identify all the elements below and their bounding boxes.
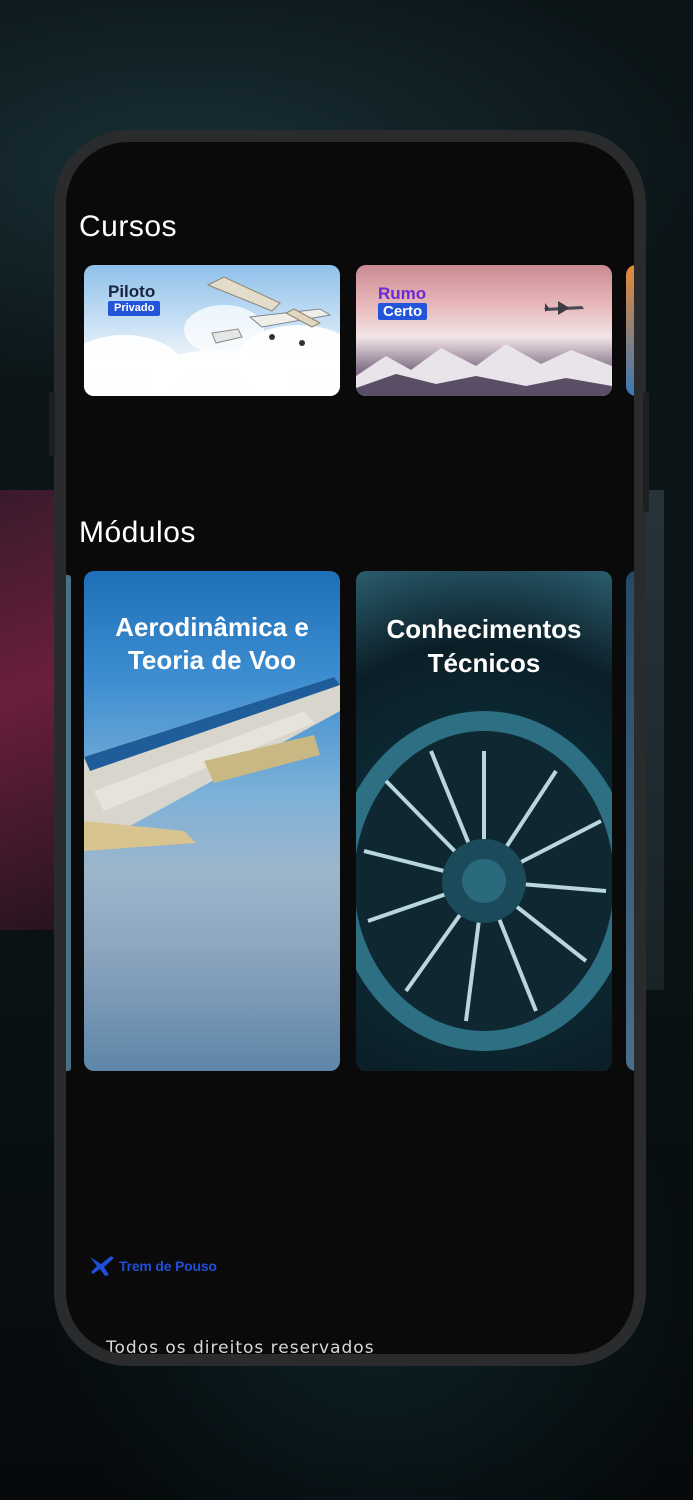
course-logo-title: Piloto bbox=[108, 282, 156, 301]
courses-section-title: Cursos bbox=[79, 210, 178, 243]
module-title-line2: Técnicos bbox=[427, 648, 541, 678]
airplane-icon bbox=[206, 276, 332, 346]
course-logo-title: Rumo bbox=[378, 284, 427, 303]
footer-brand-name: Trem de Pouso bbox=[119, 1258, 217, 1274]
brand-logo-icon bbox=[90, 1256, 114, 1276]
module-card-partial-left[interactable] bbox=[66, 575, 71, 1071]
app-screen: Cursos Piloto Privado Rumo Certo Módulos… bbox=[66, 142, 634, 1354]
module-card-partial[interactable] bbox=[626, 571, 634, 1071]
phone-frame: Cursos Piloto Privado Rumo Certo Módulos… bbox=[49, 130, 649, 1366]
course-card-piloto-privado[interactable]: Piloto Privado bbox=[84, 265, 340, 396]
course-logo-subtitle: Privado bbox=[108, 301, 161, 316]
module-title-line2: Teoria de Voo bbox=[127, 645, 297, 675]
module-card-aerodinamica[interactable]: Aerodinâmica e Teoria de Voo bbox=[84, 571, 340, 1071]
jet-engine-image bbox=[356, 711, 612, 1051]
footer-brand-logo[interactable]: Trem de Pouso bbox=[89, 1255, 217, 1277]
airplane-wing-image bbox=[84, 677, 340, 851]
module-card-conhecimentos-tecnicos[interactable]: Conhecimentos Técnicos bbox=[356, 571, 612, 1071]
phone-side-button bbox=[49, 392, 55, 456]
modules-section-title: Módulos bbox=[79, 516, 196, 549]
course-card-partial[interactable] bbox=[626, 265, 634, 396]
footer-copyright: Todos os direitos reservados bbox=[106, 1338, 375, 1354]
phone-side-button bbox=[643, 392, 649, 512]
airplane-icon bbox=[544, 301, 584, 315]
course-card-rumo-certo[interactable]: Rumo Certo bbox=[356, 265, 612, 396]
module-title-line1: Conhecimentos bbox=[386, 614, 582, 644]
course-logo-subtitle: Certo bbox=[378, 303, 428, 320]
mountain-range bbox=[356, 344, 612, 396]
module-title-line1: Aerodinâmica e bbox=[115, 612, 309, 642]
